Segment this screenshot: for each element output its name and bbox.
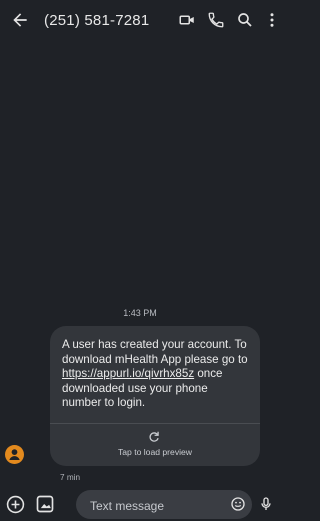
message-text-before: A user has created your account. To down… <box>62 338 248 366</box>
text-message-input[interactable] <box>88 490 212 521</box>
message-link[interactable]: https://appurl.io/qivrhx85z <box>62 367 194 380</box>
top-app-bar: (251) 581-7281 <box>0 0 280 44</box>
person-icon <box>9 449 20 461</box>
video-call-icon[interactable] <box>178 11 196 29</box>
search-icon[interactable] <box>236 11 254 29</box>
message-text: A user has created your account. To down… <box>62 338 250 411</box>
composer-bar <box>0 487 280 521</box>
message-time: 7 min <box>60 473 81 482</box>
add-icon[interactable] <box>6 495 25 514</box>
message-timestamp: 1:43 PM <box>123 308 157 318</box>
avatar[interactable] <box>5 445 24 464</box>
contact-title: (251) 581-7281 <box>44 12 150 29</box>
preview-divider <box>50 423 260 424</box>
microphone-icon[interactable] <box>258 496 274 512</box>
message-input-container[interactable] <box>76 490 252 521</box>
refresh-icon[interactable] <box>147 430 161 444</box>
message-bubble[interactable]: A user has created your account. To down… <box>50 326 260 466</box>
emoji-icon[interactable] <box>230 496 246 512</box>
more-vert-icon[interactable] <box>266 11 278 29</box>
phone-icon[interactable] <box>207 11 225 29</box>
gallery-icon[interactable] <box>35 494 55 514</box>
back-arrow-icon[interactable] <box>10 10 30 30</box>
tap-to-load-preview[interactable]: Tap to load preview <box>50 447 260 457</box>
